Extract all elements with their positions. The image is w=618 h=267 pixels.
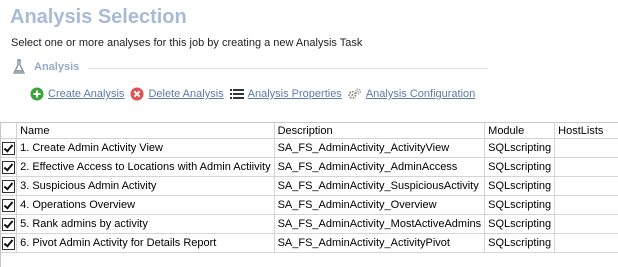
table-row[interactable]: 2. Effective Access to Locations with Ad… — [1, 157, 618, 177]
delete-analysis-button[interactable]: Delete Analysis — [130, 87, 224, 101]
analysis-grid: Name Description Module HostLists 1. Cre… — [0, 122, 618, 267]
analysis-section-header: Analysis — [10, 58, 488, 76]
row-description: SA_FS_AdminActivity_SuspiciousActivity — [274, 176, 486, 196]
column-header-hostlists[interactable]: HostLists — [554, 123, 618, 139]
page-subtitle: Select one or more analyses for this job… — [11, 37, 363, 49]
section-label: Analysis — [34, 61, 80, 73]
table-row[interactable]: 6. Pivot Admin Activity for Details Repo… — [1, 233, 618, 253]
row-name: 2. Effective Access to Locations with Ad… — [16, 157, 275, 177]
row-hostlists — [554, 138, 618, 158]
gears-icon — [348, 87, 362, 101]
row-name: 4. Operations Overview — [16, 195, 275, 215]
row-checkbox[interactable] — [2, 198, 16, 212]
row-module: SQLscripting — [484, 214, 556, 234]
analysis-configuration-label[interactable]: Analysis Configuration — [366, 88, 475, 100]
section-divider — [88, 68, 488, 69]
delete-circle-icon — [130, 87, 144, 101]
create-analysis-label[interactable]: Create Analysis — [48, 88, 124, 100]
row-hostlists — [554, 195, 618, 215]
row-name: 1. Create Admin Activity View — [16, 138, 275, 158]
table-row[interactable]: 3. Suspicious Admin Activity SA_FS_Admin… — [1, 176, 618, 196]
row-hostlists — [554, 233, 618, 253]
analysis-table: Name Description Module HostLists 1. Cre… — [1, 123, 618, 253]
plus-circle-icon — [30, 87, 44, 101]
table-row[interactable]: 4. Operations Overview SA_FS_AdminActivi… — [1, 195, 618, 215]
column-header-name[interactable]: Name — [16, 123, 275, 139]
row-description: SA_FS_AdminActivity_Overview — [274, 195, 486, 215]
table-row[interactable]: 5. Rank admins by activity SA_FS_AdminAc… — [1, 214, 618, 234]
row-checkbox[interactable] — [2, 236, 16, 250]
create-analysis-button[interactable]: Create Analysis — [30, 87, 124, 101]
analysis-toolbar: Create Analysis Delete Analysis Analysis… — [30, 86, 481, 102]
row-description: SA_FS_AdminActivity_ActivityPivot — [274, 233, 486, 253]
row-checkbox[interactable] — [2, 217, 16, 231]
table-header-row: Name Description Module HostLists — [1, 123, 618, 139]
row-module: SQLscripting — [484, 195, 556, 215]
row-module: SQLscripting — [484, 176, 556, 196]
row-hostlists — [554, 157, 618, 177]
table-row[interactable]: 1. Create Admin Activity View SA_FS_Admi… — [1, 138, 618, 158]
row-description: SA_FS_AdminActivity_ActivityView — [274, 138, 486, 158]
delete-analysis-label[interactable]: Delete Analysis — [148, 88, 223, 100]
page-title: Analysis Selection — [10, 6, 187, 28]
column-header-description[interactable]: Description — [274, 123, 486, 139]
row-checkbox[interactable] — [2, 179, 16, 193]
row-module: SQLscripting — [484, 138, 556, 158]
row-hostlists — [554, 214, 618, 234]
row-description: SA_FS_AdminActivity_MostActiveAdmins — [274, 214, 486, 234]
row-module: SQLscripting — [484, 233, 556, 253]
row-name: 5. Rank admins by activity — [16, 214, 275, 234]
row-module: SQLscripting — [484, 157, 556, 177]
flask-icon — [12, 59, 26, 80]
column-header-checkbox — [1, 123, 18, 139]
row-checkbox[interactable] — [2, 141, 16, 155]
analysis-properties-label[interactable]: Analysis Properties — [248, 88, 342, 100]
row-checkbox[interactable] — [2, 160, 16, 174]
row-name: 3. Suspicious Admin Activity — [16, 176, 275, 196]
list-icon — [229, 87, 244, 101]
row-description: SA_FS_AdminActivity_AdminAccess — [274, 157, 486, 177]
analysis-properties-button[interactable]: Analysis Properties — [229, 87, 342, 101]
analysis-configuration-button[interactable]: Analysis Configuration — [348, 87, 475, 101]
column-header-module[interactable]: Module — [484, 123, 556, 139]
row-name: 6. Pivot Admin Activity for Details Repo… — [16, 233, 275, 253]
row-hostlists — [554, 176, 618, 196]
